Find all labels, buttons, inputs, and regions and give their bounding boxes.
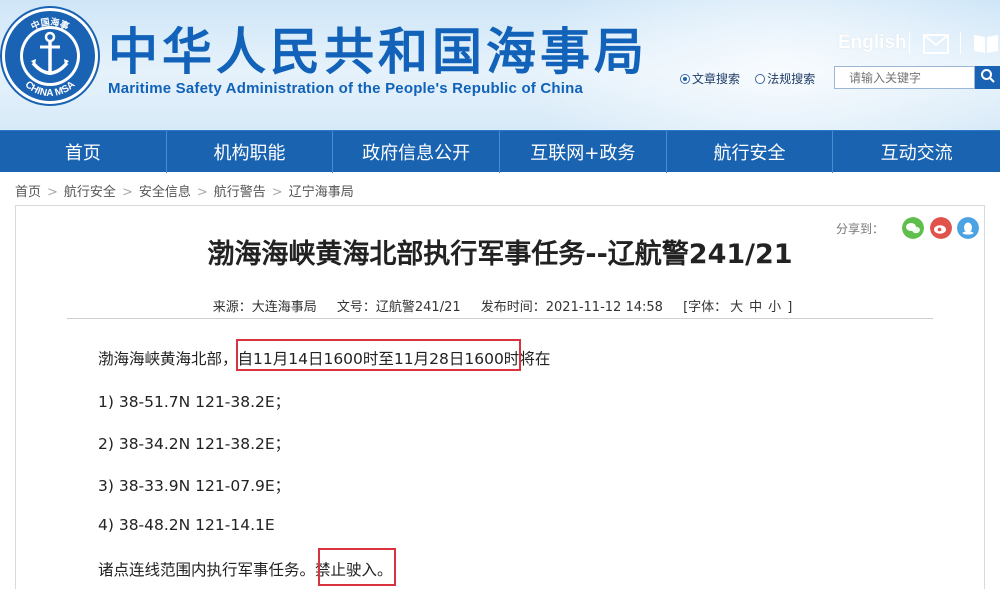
site-header: 中国海事 CHINA MSA 中华人民共和国海事局 Maritime Safet… [0,0,1000,130]
msa-logo[interactable]: 中国海事 CHINA MSA [2,8,98,104]
nav-gov-info[interactable]: 政府信息公开 [333,131,500,173]
meta-divider [67,318,933,319]
nav-navigation-safety[interactable]: 航行安全 [667,131,834,173]
nav-internet-gov[interactable]: 互联网+政务 [500,131,667,173]
radio-article-label[interactable]: 文章搜索 [692,72,740,86]
font-size-close: ] [787,300,793,315]
coordinate-point-3: 3) 38-33.9N 121-07.9E； [98,477,291,495]
closing-text: 诸点连线范围内执行军事任务。 [98,561,316,579]
svg-text:CHINA MSA: CHINA MSA [23,79,78,99]
logo-bottom-text: CHINA MSA [23,79,78,99]
breadcrumb-nav-warnings[interactable]: 航行警告 [214,185,266,200]
search-type-selector: 文章搜索 法规搜索 [680,70,815,87]
chevron-right-icon: > [47,185,58,200]
intro-location: 渤海海峡黄海北部， [98,350,238,368]
font-size-large[interactable]: 大 [730,300,743,315]
radio-regulation-label[interactable]: 法规搜索 [767,72,815,86]
english-link[interactable]: English [838,32,907,54]
toolbar-divider [960,32,961,54]
chevron-right-icon: > [121,185,133,200]
logo-ring-text: 中国海事 CHINA MSA [23,16,78,99]
breadcrumb: 首页 > 航行安全 > 安全信息 > 航行警告 > 辽宁海事局 [15,181,354,200]
breadcrumb-navigation-safety[interactable]: 航行安全 [64,185,116,200]
book-icon[interactable] [972,32,1000,54]
radio-article-search[interactable] [680,74,690,84]
coordinate-point-2: 2) 38-34.2N 121-38.2E； [98,435,291,453]
highlight-box-time [236,339,521,371]
chevron-right-icon: > [271,185,283,200]
font-size-small[interactable]: 小 [768,300,781,315]
mail-icon[interactable] [923,34,949,54]
intro-tail: 将在 [519,350,551,368]
highlight-box-prohibition [318,548,396,586]
search-button[interactable] [975,66,1000,89]
font-size-medium[interactable]: 中 [749,300,762,315]
breadcrumb-liaoning-msa[interactable]: 辽宁海事局 [289,185,354,200]
article-source: 来源：大连海事局 [212,300,317,315]
radio-regulation-search[interactable] [755,74,766,84]
article-meta: 来源：大连海事局 文号：辽航警241/21 发布时间：2021-11-12 14… [0,296,1000,315]
svg-text:中国海事: 中国海事 [29,16,71,33]
article-doc-number: 文号：辽航警241/21 [336,300,461,315]
main-nav: 首页 机构职能 政府信息公开 互联网+政务 航行安全 互动交流 [0,130,1000,173]
nav-interaction[interactable]: 互动交流 [833,131,1000,173]
breadcrumb-home[interactable]: 首页 [15,185,41,200]
nav-home[interactable]: 首页 [0,131,167,173]
article-title: 渤海海峡黄海北部执行军事任务--辽航警241/21 [207,239,793,270]
chevron-right-icon: > [196,185,208,200]
logo-top-text: 中国海事 [29,16,71,33]
coordinate-point-1: 1) 38-51.7N 121-38.2E； [98,393,291,411]
nav-functions[interactable]: 机构职能 [167,131,334,173]
search-input[interactable] [834,66,975,89]
coordinate-point-4: 4) 38-48.2N 121-14.1E [98,516,275,534]
font-size-label: [字体： [683,300,728,315]
site-title-en: Maritime Safety Administration of the Pe… [108,80,584,97]
site-title-cn: 中华人民共和国海事局 [108,22,648,81]
article-publish-time: 发布时间：2021-11-12 14:58 [480,300,663,315]
breadcrumb-safety-info[interactable]: 安全信息 [139,185,191,200]
toolbar-divider [909,32,910,54]
search-icon [980,69,995,83]
